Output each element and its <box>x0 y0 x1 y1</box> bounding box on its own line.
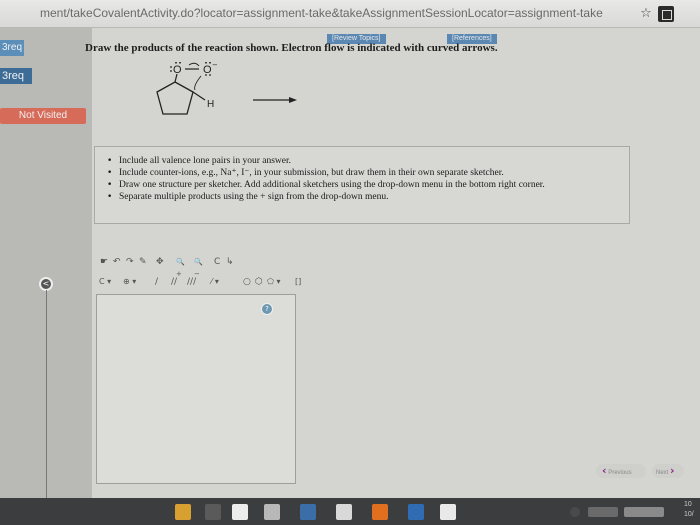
word-icon[interactable] <box>440 504 456 520</box>
chevron-left-icon: ‹ <box>602 464 607 477</box>
redo-icon[interactable]: ↷ <box>126 256 134 268</box>
system-tray-icons[interactable] <box>588 507 618 517</box>
atom-o2: O <box>203 64 212 76</box>
ring-icon[interactable]: ○ <box>243 276 251 288</box>
reaction-arrowhead <box>289 97 297 103</box>
clock[interactable]: 10 10/ <box>684 500 694 520</box>
single-bond-icon[interactable]: / <box>155 276 158 288</box>
undo-icon[interactable]: ↶ <box>113 256 121 268</box>
network-volume-icons[interactable] <box>624 507 664 517</box>
sidebar-divider <box>46 290 47 520</box>
next-label: Next <box>656 470 669 476</box>
move-icon[interactable]: ✥ <box>156 256 164 268</box>
clock-time: 10 <box>684 501 692 508</box>
tray-icon[interactable] <box>570 507 580 517</box>
double-bond-icon[interactable]: // <box>171 276 177 288</box>
instructions-box: Include all valence lone pairs in your a… <box>94 146 630 224</box>
negative-charge: − <box>212 62 218 69</box>
app-icon[interactable] <box>408 504 424 520</box>
hexagon-icon[interactable]: ⬡ <box>255 276 263 288</box>
bond-type-dropdown[interactable]: ⁄ ▾ <box>211 276 219 288</box>
url-field[interactable]: ment/takeCovalentActivity.do?locator=ass… <box>40 4 630 22</box>
os-taskbar: 10 10/ <box>0 498 700 525</box>
chevron-right-icon: › <box>670 464 675 477</box>
clock-date: 10/ <box>684 511 694 518</box>
previous-label: Previous <box>608 470 632 476</box>
zoom-in-icon[interactable]: 🔍+ <box>176 256 185 278</box>
file-explorer-icon[interactable] <box>175 504 191 520</box>
cyclopentane-ring <box>156 81 194 115</box>
sidebar-item-req-1[interactable]: 3req <box>0 40 24 56</box>
atom-select-dropdown[interactable]: C ▾ <box>99 276 111 288</box>
extension-icon[interactable] <box>658 6 674 22</box>
next-button[interactable]: Next › <box>652 464 684 478</box>
sketcher-canvas[interactable]: ? <box>96 294 296 484</box>
curved-arrow-2 <box>188 62 200 67</box>
app-icon[interactable] <box>372 504 388 520</box>
ring-dropdown[interactable]: ⬠ ▾ <box>267 276 281 288</box>
triple-bond-icon[interactable]: /// <box>187 276 196 288</box>
collapse-sidebar-button[interactable]: < <box>39 277 53 291</box>
sketcher-toolbar-bottom: C ▾ ⊕ ▾ / // /// ⁄ ▾ ○ ⬡ ⬠ ▾ [] <box>95 276 325 290</box>
zoom-out-icon[interactable]: 🔍− <box>194 256 203 278</box>
brackets-icon[interactable]: [] <box>295 276 301 288</box>
instruction-item: Separate multiple products using the + s… <box>107 191 629 203</box>
help-icon[interactable]: ? <box>261 303 273 315</box>
arrow-tool-icon[interactable]: ↳ <box>226 256 234 268</box>
app-icon[interactable] <box>300 504 316 520</box>
select-tool-icon[interactable]: ☛ <box>100 256 108 268</box>
curved-arrow-1 <box>194 75 202 91</box>
app-icon[interactable] <box>264 504 280 520</box>
instruction-item: Include counter-ions, e.g., Na⁺, I⁻, in … <box>107 167 629 179</box>
bookmark-star-icon[interactable]: ☆ <box>638 6 654 22</box>
sidebar-item-req-2[interactable]: 3req <box>0 68 32 84</box>
question-prompt: Draw the products of the reaction shown.… <box>85 42 498 54</box>
previous-button[interactable]: ‹ Previous <box>596 464 646 478</box>
charge-dropdown[interactable]: ⊕ ▾ <box>123 276 136 288</box>
instruction-item: Include all valence lone pairs in your a… <box>107 155 629 167</box>
instruction-item: Draw one structure per sketcher. Add add… <box>107 179 629 191</box>
browser-address-bar: ment/takeCovalentActivity.do?locator=ass… <box>0 0 700 28</box>
erase-icon[interactable]: ✎ <box>139 256 147 268</box>
atom-h: H <box>207 99 214 110</box>
question-sidebar: 3req 3req Not Visited < <box>0 28 92 520</box>
app-icon[interactable] <box>205 504 221 520</box>
sidebar-item-not-visited[interactable]: Not Visited <box>0 108 86 124</box>
clean-structure-icon[interactable]: C <box>214 256 220 268</box>
atom-o1: O <box>173 64 182 76</box>
app-icon[interactable] <box>232 504 248 520</box>
reaction-structure: O O − H <box>156 62 297 115</box>
app-icon[interactable] <box>336 504 352 520</box>
c-h-bond <box>192 91 206 101</box>
